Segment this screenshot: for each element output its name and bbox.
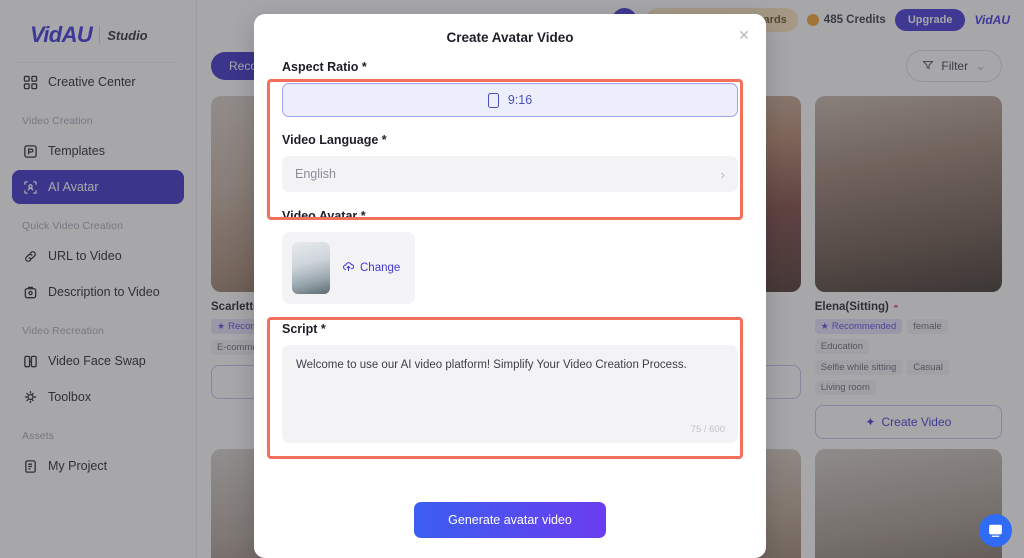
script-value: Welcome to use our AI video platform! Si… (296, 359, 687, 371)
aspect-ratio-option-9-16[interactable]: 9:16 (282, 83, 738, 117)
script-character-counter: 75 / 600 (690, 424, 725, 435)
video-language-value: English (295, 167, 336, 181)
modal-title: Create Avatar Video (446, 29, 574, 45)
video-language-select[interactable]: English › (282, 156, 738, 192)
video-avatar-label: Video Avatar * (282, 209, 366, 223)
video-avatar-picker[interactable]: Change (282, 232, 415, 304)
create-avatar-video-modal: Create Avatar Video ✕ Aspect Ratio * 9:1… (254, 14, 766, 558)
aspect-ratio-value: 9:16 (507, 93, 533, 107)
close-icon[interactable]: ✕ (736, 27, 752, 43)
aspect-ratio-label: Aspect Ratio * (282, 60, 367, 74)
modal-header: Create Avatar Video ✕ (254, 14, 766, 60)
modal-body: Aspect Ratio * 9:16 Video Language * Eng… (254, 60, 766, 482)
change-avatar-button[interactable]: Change (342, 260, 400, 276)
chat-bubble-icon[interactable] (979, 514, 1012, 547)
app-root: VidAU Studio Creative Center Video Creat… (0, 0, 1024, 558)
script-textarea[interactable]: Welcome to use our AI video platform! Si… (282, 345, 738, 443)
avatar-thumbnail (292, 242, 330, 294)
generate-avatar-video-button[interactable]: Generate avatar video (414, 502, 606, 538)
script-label: Script * (282, 322, 326, 336)
modal-footer: Generate avatar video (254, 482, 766, 558)
cloud-upload-icon (342, 260, 355, 276)
change-avatar-label: Change (360, 262, 401, 274)
video-language-label: Video Language * (282, 133, 387, 147)
chevron-right-icon: › (720, 166, 725, 182)
portrait-rect-icon (487, 92, 499, 108)
